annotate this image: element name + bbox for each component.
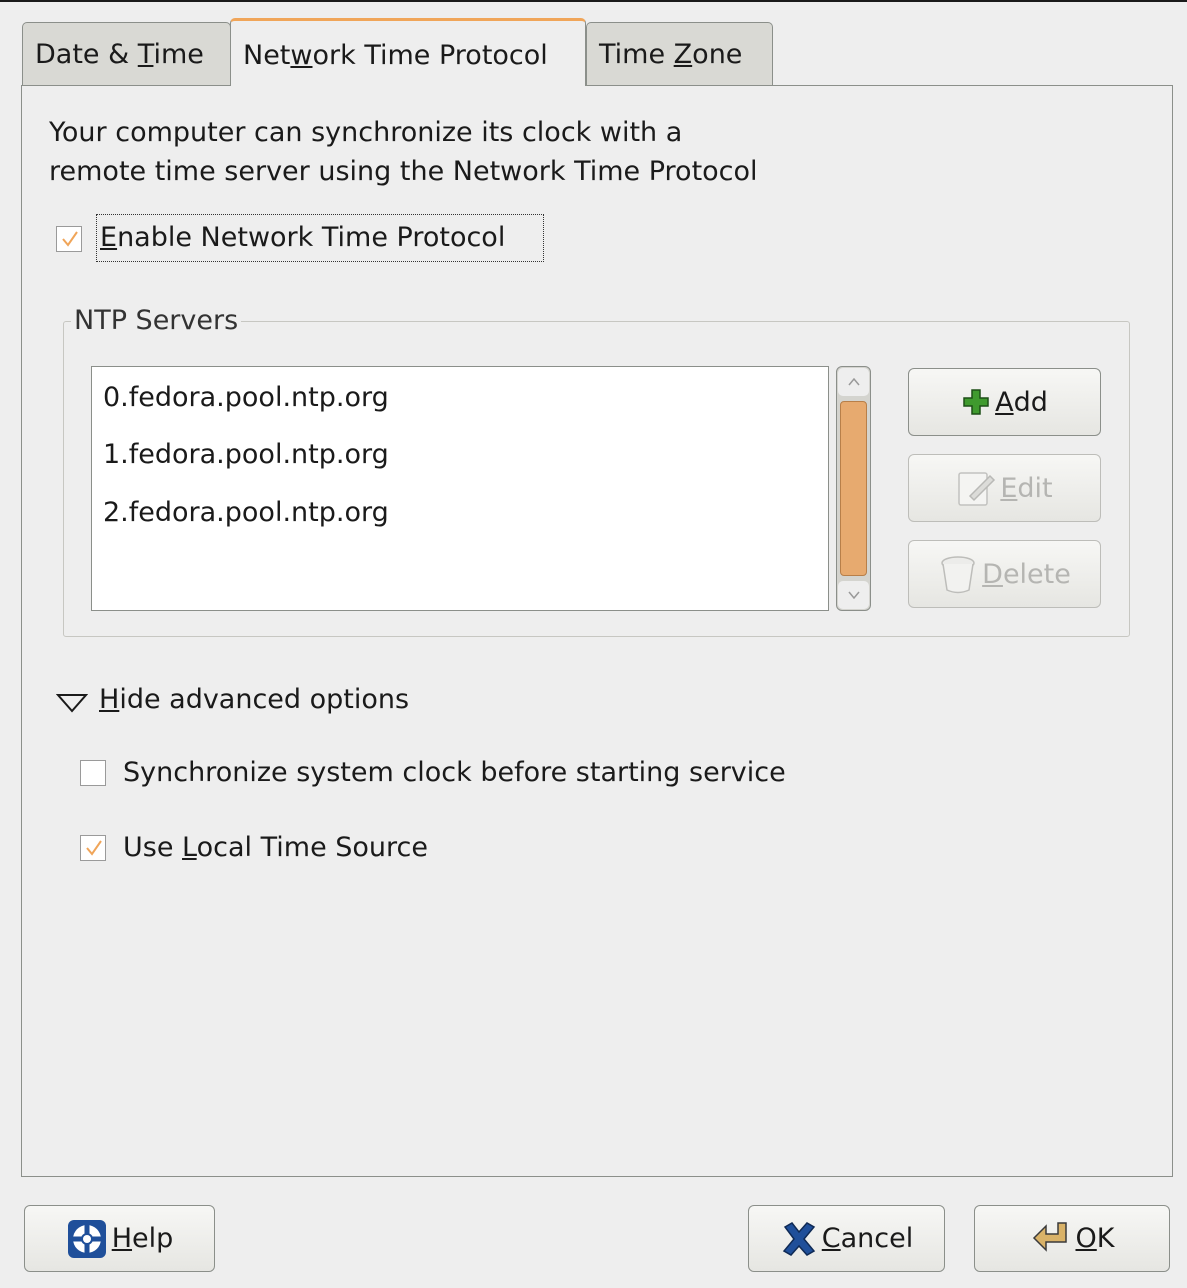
toggle-label: ide advanced options (119, 684, 410, 715)
ntp-server-list[interactable]: 0.fedora.pool.ntp.org 1.fedora.pool.ntp.… (91, 366, 829, 611)
arrow-up-icon (848, 378, 860, 386)
enter-arrow-icon (1030, 1220, 1072, 1258)
plus-icon (961, 387, 991, 417)
list-item[interactable]: 0.fedora.pool.ntp.org (103, 378, 389, 418)
tab-label: ime (153, 39, 204, 70)
edit-icon (956, 468, 996, 508)
tab-label: Time (599, 39, 674, 70)
enable-ntp-checkbox[interactable] (56, 226, 82, 252)
checkmark-icon (62, 231, 78, 247)
tab-mnemonic: T (137, 39, 154, 70)
mnemonic: A (995, 386, 1014, 418)
mnemonic: O (1075, 1223, 1097, 1254)
tab-label: Date & (35, 39, 138, 70)
hide-advanced-options-toggle[interactable]: Hide advanced options (99, 680, 409, 720)
description-line: remote time server using the Network Tim… (49, 156, 758, 187)
tab-network-time-protocol[interactable]: Network Time Protocol (230, 18, 586, 86)
button-label: elete (1002, 558, 1071, 590)
help-lifebuoy-icon (66, 1218, 108, 1260)
tab-mnemonic: w (290, 40, 313, 71)
mnemonic: C (821, 1223, 841, 1254)
mnemonic: D (982, 558, 1003, 590)
vertical-scrollbar[interactable] (836, 366, 871, 611)
list-item[interactable]: 2.fedora.pool.ntp.org (103, 493, 389, 533)
local-time-source-checkbox[interactable] (80, 835, 106, 861)
help-button[interactable]: Help (24, 1205, 215, 1272)
mnemonic: E (1000, 472, 1018, 504)
mnemonic: L (182, 832, 197, 863)
scroll-thumb[interactable] (840, 401, 867, 576)
tab-mnemonic: Z (673, 39, 693, 70)
edit-server-button[interactable]: Edit (908, 454, 1101, 522)
arrow-down-icon (848, 591, 860, 599)
button-label: ancel (840, 1223, 914, 1254)
tab-time-zone[interactable]: Time Zone (586, 22, 773, 86)
mnemonic: E (100, 222, 118, 253)
label-text: ocal Time Source (196, 832, 428, 863)
label-text: Use (123, 832, 183, 863)
tab-label: one (692, 39, 743, 70)
sync-before-start-checkbox[interactable] (80, 760, 106, 786)
tab-label: Net (243, 40, 291, 71)
cancel-button[interactable]: Cancel (748, 1205, 945, 1272)
tab-label: ork Time Protocol (312, 40, 548, 71)
button-label: elp (132, 1223, 174, 1254)
button-label: K (1096, 1223, 1115, 1254)
scroll-down-button[interactable] (838, 581, 869, 609)
delete-server-button[interactable]: Delete (908, 540, 1101, 608)
window-top-border (0, 0, 1187, 9)
ntp-servers-label: NTP Servers (71, 305, 242, 336)
button-label: dit (1017, 472, 1053, 504)
description-text: Your computer can synchronize its clock … (49, 113, 758, 191)
close-icon (780, 1220, 818, 1258)
mnemonic: H (99, 684, 120, 715)
enable-ntp-label[interactable]: Enable Network Time Protocol (96, 214, 544, 262)
sync-before-start-label[interactable]: Synchronize system clock before starting… (123, 753, 786, 793)
label-text: nable Network Time Protocol (117, 222, 506, 253)
expander-arrow-icon[interactable] (55, 689, 89, 720)
tab-date-time[interactable]: Date & Time (22, 22, 231, 86)
add-server-button[interactable]: Add (908, 368, 1101, 436)
description-line: Your computer can synchronize its clock … (49, 117, 683, 148)
mnemonic: H (111, 1223, 133, 1254)
button-label: dd (1013, 386, 1048, 418)
trash-icon (938, 553, 978, 595)
list-item[interactable]: 1.fedora.pool.ntp.org (103, 435, 389, 475)
ok-button[interactable]: OK (974, 1205, 1170, 1272)
scroll-up-button[interactable] (838, 368, 869, 396)
checkmark-icon (86, 840, 102, 856)
local-time-source-label[interactable]: Use Local Time Source (123, 828, 428, 868)
